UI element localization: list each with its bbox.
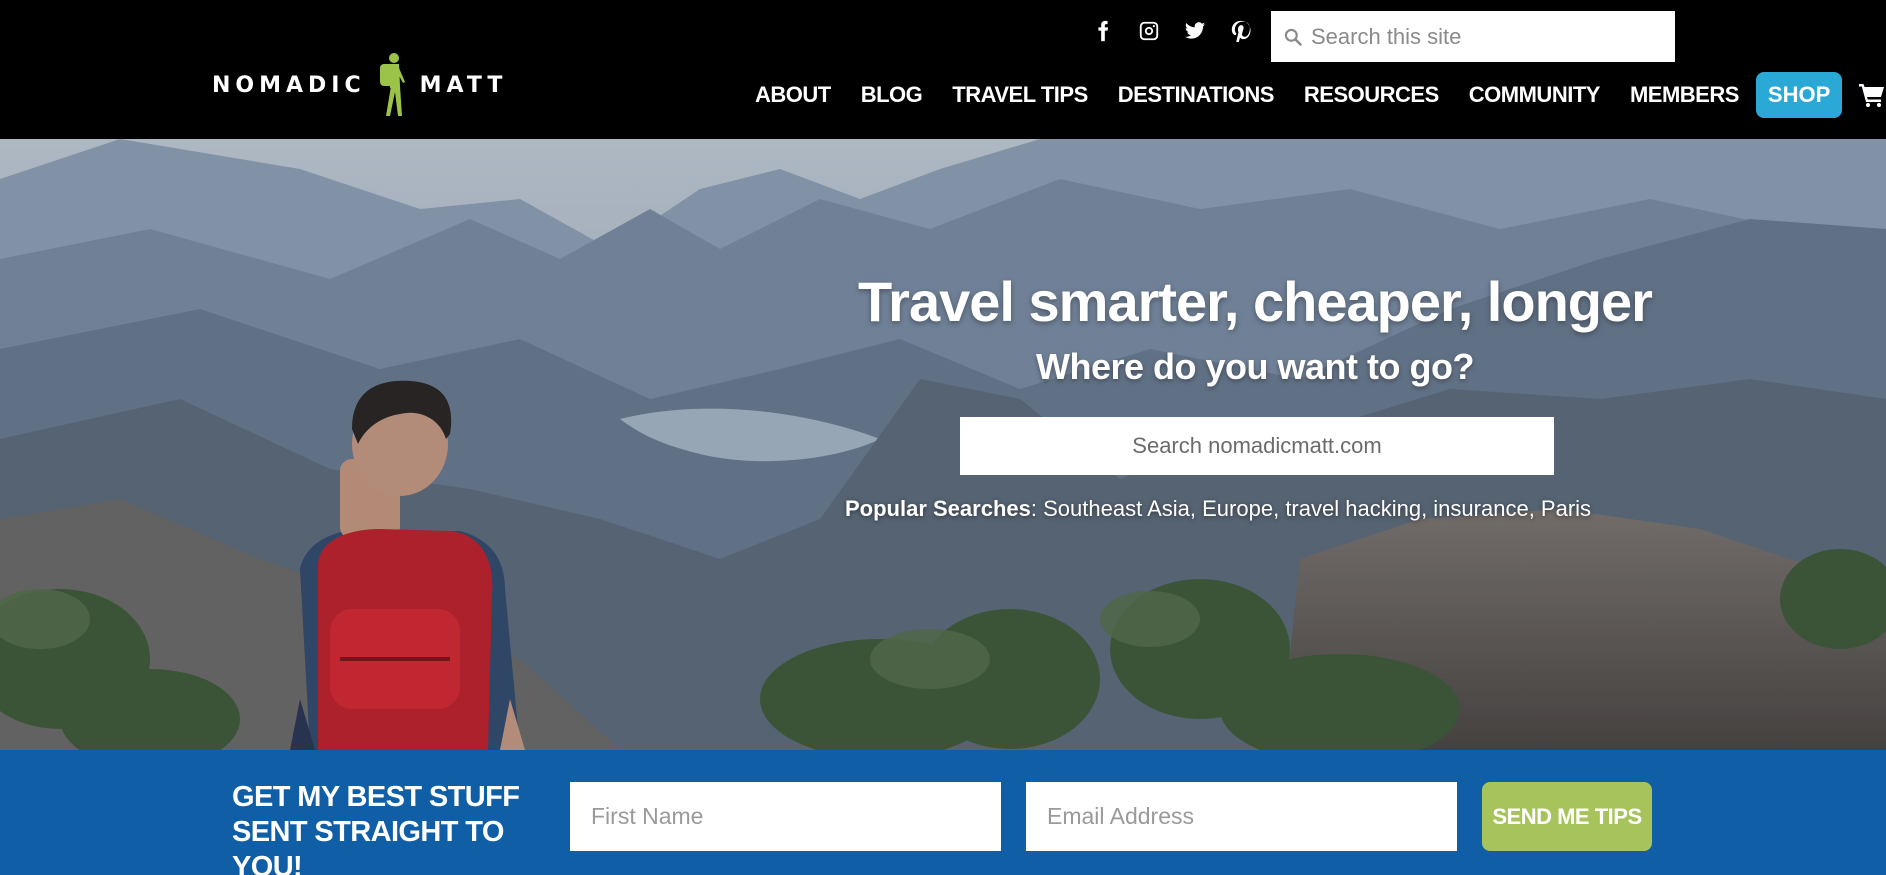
nav-resources[interactable]: RESOURCES xyxy=(1289,82,1454,108)
logo-text-right: MATT xyxy=(419,72,508,98)
cart-icon[interactable] xyxy=(1858,82,1886,108)
email-input[interactable] xyxy=(1026,782,1457,851)
newsletter-heading: GET MY BEST STUFF SENT STRAIGHT TO YOU! xyxy=(232,781,520,875)
popular-search-link[interactable]: Paris xyxy=(1541,496,1591,521)
email-field[interactable] xyxy=(1026,782,1457,851)
site-header: NOMADIC MATT ABOUT BLOG TRAVE xyxy=(0,0,1886,139)
popular-searches: Popular Searches: Southeast Asia, Europe… xyxy=(845,496,1592,521)
nav-members[interactable]: MEMBERS xyxy=(1615,82,1754,108)
main-nav: ABOUT BLOG TRAVEL TIPS DESTINATIONS RESO… xyxy=(740,72,1886,118)
search-icon xyxy=(1284,28,1302,46)
nav-destinations[interactable]: DESTINATIONS xyxy=(1103,82,1289,108)
newsletter-bar: GET MY BEST STUFF SENT STRAIGHT TO YOU! … xyxy=(0,750,1886,875)
site-search-box[interactable] xyxy=(1271,11,1675,62)
logo-text-left: NOMADIC xyxy=(212,72,366,98)
hero-search-input[interactable] xyxy=(960,417,1554,475)
popular-search-link[interactable]: Southeast Asia xyxy=(1043,496,1190,521)
popular-search-link[interactable]: Europe xyxy=(1202,496,1273,521)
popular-search-link[interactable]: travel hacking xyxy=(1285,496,1421,521)
send-me-tips-button[interactable]: SEND ME TIPS xyxy=(1482,782,1652,851)
facebook-icon[interactable] xyxy=(1090,18,1116,44)
hero-search-box[interactable] xyxy=(960,417,1554,475)
nav-shop-button[interactable]: SHOP xyxy=(1755,72,1843,118)
popular-searches-label: Popular Searches xyxy=(845,496,1031,521)
nav-blog[interactable]: BLOG xyxy=(846,82,938,108)
first-name-input[interactable] xyxy=(570,782,1001,851)
nav-travel-tips[interactable]: TRAVEL TIPS xyxy=(937,82,1102,108)
hero-title: Travel smarter, cheaper, longer xyxy=(858,270,1653,333)
social-links xyxy=(1090,18,1254,44)
nav-community[interactable]: COMMUNITY xyxy=(1454,82,1615,108)
popular-search-link[interactable]: insurance xyxy=(1433,496,1528,521)
first-name-field[interactable] xyxy=(570,782,1001,851)
hero-banner: Travel smarter, cheaper, longer Where do… xyxy=(0,139,1886,750)
site-search-input[interactable] xyxy=(1311,23,1671,50)
backpacker-logo-icon xyxy=(379,53,405,116)
twitter-icon[interactable] xyxy=(1182,18,1208,44)
instagram-icon[interactable] xyxy=(1136,18,1162,44)
hero-background-image xyxy=(0,139,1886,750)
site-logo[interactable]: NOMADIC MATT xyxy=(212,52,507,118)
nav-about[interactable]: ABOUT xyxy=(740,82,846,108)
hero-subtitle: Where do you want to go? xyxy=(1036,346,1474,387)
pinterest-icon[interactable] xyxy=(1228,18,1254,44)
